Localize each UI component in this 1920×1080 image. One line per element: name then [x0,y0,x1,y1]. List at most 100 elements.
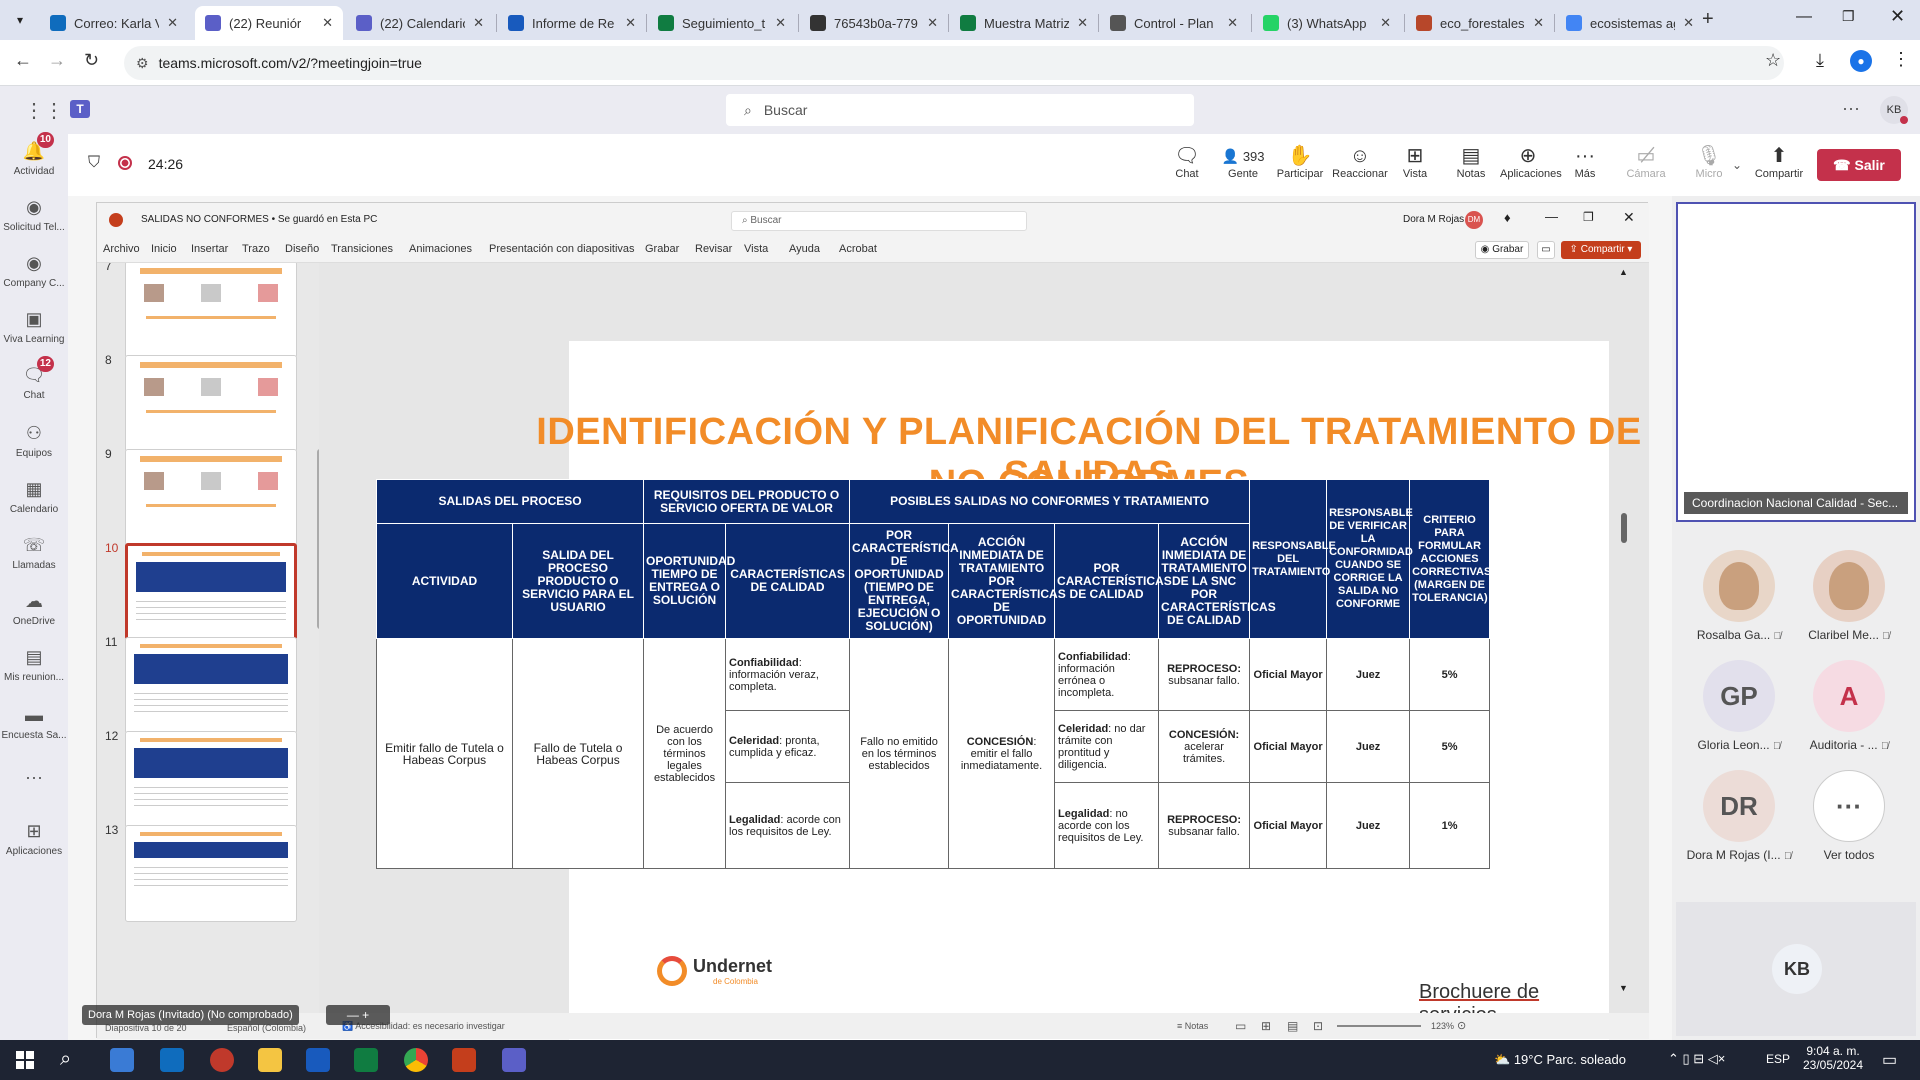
close-tab-icon[interactable]: ✕ [1533,15,1544,31]
ppt-minimize-icon[interactable]: — [1545,209,1558,224]
app-launcher-icon[interactable]: ⋮⋮ [24,98,64,123]
restore-window-button[interactable]: ❐ [1842,8,1855,25]
file-explorer-icon[interactable] [258,1048,282,1072]
ribbon-tab[interactable]: Archivo [103,243,140,255]
rail-item[interactable]: ☏ Llamadas [0,534,68,571]
tray-icons[interactable]: ⌃ ▯ ⊟ ◁× [1668,1051,1725,1067]
close-tab-icon[interactable]: ✕ [167,15,178,31]
teams-icon[interactable] [502,1048,526,1072]
task-view-icon[interactable] [110,1048,134,1072]
slide-thumbnail[interactable] [125,449,297,546]
rail-item[interactable]: 🗨 12 Chat [0,356,68,401]
ribbon-tab[interactable]: Grabar [645,243,679,255]
mic-options-chevron-icon[interactable]: ⌄ [1732,158,1742,172]
view-button[interactable]: ⊞ Vista [1387,144,1443,180]
close-tab-icon[interactable]: ✕ [927,15,938,31]
participant-card[interactable]: Claribel Me... 🎙̸ [1794,550,1904,642]
word-icon[interactable] [306,1048,330,1072]
rail-item[interactable]: ◉ Solicitud Tel... [0,196,68,233]
browser-tab[interactable]: Control - Plan ✕ [1100,6,1248,40]
people-button[interactable]: 👤 393 Gente [1215,144,1271,180]
participant-card[interactable]: A Auditoria - ... 🎙̸ [1794,660,1904,752]
zoom-slider[interactable] [1337,1025,1421,1027]
new-tab-button[interactable]: + [1702,8,1714,31]
slide-thumbnail[interactable] [125,355,297,452]
scroll-up-icon[interactable]: ▲ [1619,267,1628,277]
browser-menu-icon[interactable]: ⋮ [1892,49,1910,70]
ppt-close-icon[interactable]: ✕ [1623,209,1635,226]
chrome-icon[interactable] [404,1048,428,1072]
share-button[interactable]: ⬆ Compartir [1749,144,1809,180]
browser-tab[interactable]: ecosistemas ag ✕ [1556,6,1704,40]
sorter-view-icon[interactable]: ⊞ [1261,1019,1271,1033]
profile-avatar[interactable]: ● [1850,50,1872,72]
zoom-level[interactable]: 123% [1431,1021,1454,1031]
close-tab-icon[interactable]: ✕ [775,15,786,31]
browser-tab[interactable]: Informe de Re ✕ [498,6,646,40]
close-tab-icon[interactable]: ✕ [473,15,484,31]
app-red-icon[interactable] [210,1048,234,1072]
download-icon[interactable]: ⤓ [1816,50,1824,71]
forward-icon[interactable]: → [48,50,66,71]
more-button[interactable]: ··· Más [1557,144,1613,180]
mic-button[interactable]: 🎙 Micro [1681,144,1737,180]
slide-thumbnail[interactable] [125,637,297,734]
browser-tab[interactable]: (3) WhatsApp ✕ [1253,6,1401,40]
ppt-notes-button[interactable]: ≡ Notas [1177,1021,1208,1031]
react-button[interactable]: ☺ Reaccionar [1332,144,1388,180]
tab-search-button[interactable]: ▾ [8,10,32,30]
ribbon-tab[interactable]: Animaciones [409,243,472,255]
ribbon-tab[interactable]: Ayuda [789,243,820,255]
ribbon-tab[interactable]: Acrobat [839,243,877,255]
ribbon-tab[interactable]: Vista [744,243,768,255]
more-options-icon[interactable]: ··· [1842,98,1860,119]
normal-view-icon[interactable]: ▭ [1235,1019,1246,1033]
apps-button[interactable]: ⊕ Aplicaciones [1500,144,1562,180]
ppt-restore-icon[interactable]: ❐ [1583,210,1594,224]
fit-slide-icon[interactable]: ⊙ [1457,1019,1466,1032]
rail-item[interactable]: 🔔 10 Actividad [0,132,68,177]
participant-card[interactable]: DR Dora M Rojas (I... 🎙̸ [1684,770,1794,862]
powerpoint-icon[interactable] [452,1048,476,1072]
browser-tab[interactable]: 76543b0a-779 ✕ [800,6,948,40]
ppt-share-button[interactable]: ⇪ Compartir ▾ [1561,241,1641,259]
rail-item[interactable]: ☁ OneDrive [0,590,68,627]
raise-hand-button[interactable]: ✋ Participar [1272,144,1328,180]
outlook-icon[interactable] [160,1048,184,1072]
browser-tab[interactable]: eco_forestales ✕ [1406,6,1554,40]
slide-thumbnail[interactable] [125,543,297,640]
ppt-document-title[interactable]: SALIDAS NO CONFORMES • Se guardó en Esta… [141,214,377,225]
slide-thumbnail[interactable] [125,825,297,922]
chat-button[interactable]: 🗨 Chat [1159,144,1215,180]
diamond-icon[interactable]: ♦ [1504,210,1511,225]
notification-icon[interactable]: ▭ [1882,1050,1897,1070]
scroll-down-icon[interactable]: ▼ [1619,983,1628,993]
ribbon-tab[interactable]: Presentación con diapositivas [489,243,635,255]
rail-item[interactable]: ⚇ Equipos [0,422,68,459]
close-tab-icon[interactable]: ✕ [625,15,636,31]
slideshow-icon[interactable]: ⊡ [1313,1019,1323,1033]
slide-thumbnail[interactable] [125,731,297,828]
close-tab-icon[interactable]: ✕ [322,15,333,31]
browser-tab[interactable]: Muestra Matriz ✕ [950,6,1098,40]
rail-item[interactable]: ▬ Encuesta Sa... [0,704,68,741]
excel-icon[interactable] [354,1048,378,1072]
reading-view-icon[interactable]: ▤ [1287,1019,1298,1033]
self-view-tile[interactable]: KB [1676,902,1916,1036]
ribbon-tab[interactable]: Inicio [151,243,177,255]
slide-thumbnail[interactable] [125,263,297,358]
rail-item[interactable]: ▤ Mis reunion... [0,646,68,683]
clock[interactable]: 9:04 a. m. 23/05/2024 [1802,1044,1864,1072]
ribbon-tab[interactable]: Trazo [242,243,270,255]
ribbon-tab[interactable]: Diseño [285,243,319,255]
notes-button[interactable]: ▤ Notas [1443,144,1499,180]
participant-card[interactable]: Rosalba Ga... 🎙̸ [1684,550,1794,642]
ppt-comments-icon[interactable]: ▭ [1537,241,1555,259]
input-language[interactable]: ESP [1766,1052,1790,1066]
rail-item[interactable]: ▣ Viva Learning [0,308,68,345]
close-tab-icon[interactable]: ✕ [1683,15,1694,31]
browser-tab[interactable]: (22) Reuniór ✕ [195,6,343,40]
ppt-user-avatar[interactable]: DM [1465,211,1483,229]
presenter-video-tile[interactable]: Coordinacion Nacional Calidad - Sec... [1676,202,1916,522]
ribbon-tab[interactable]: Revisar [695,243,732,255]
